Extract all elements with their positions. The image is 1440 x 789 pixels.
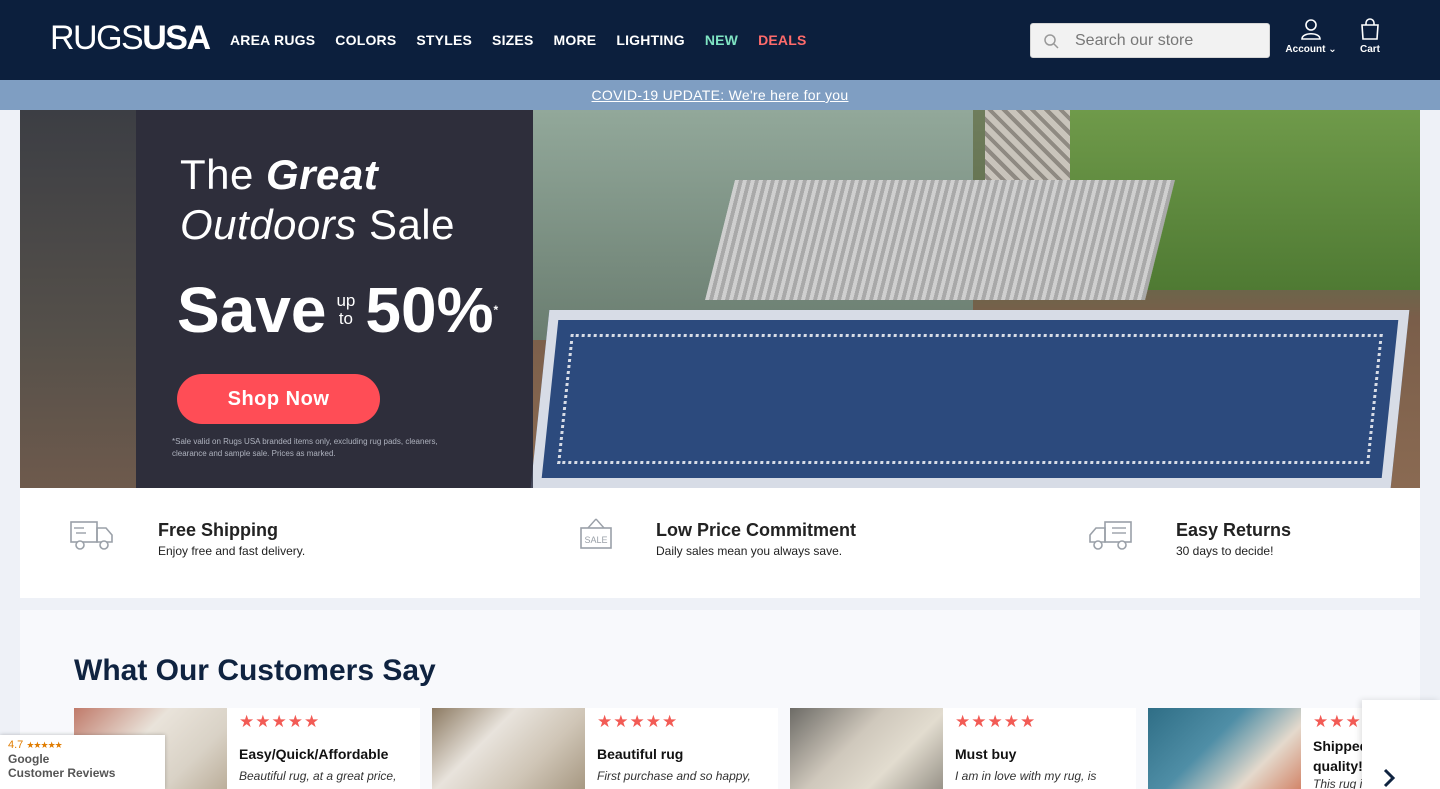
review-text: Beautiful rug, at a great price, <box>239 769 397 783</box>
hero-photo-rug <box>530 310 1410 488</box>
hero-word-great: Great <box>266 151 379 198</box>
feature-title: Easy Returns <box>1176 520 1292 540</box>
hero-banner[interactable]: The Great Outdoors Sale Save up to 50% * S… <box>20 110 1420 488</box>
cart-label: Cart <box>1359 44 1380 55</box>
feature-low-price: SALE Low Price Commitment Daily sales me… <box>578 518 856 560</box>
search-box <box>1030 23 1270 58</box>
review-title: Must buy <box>955 746 1017 762</box>
google-rating-stars: ★★★★★ <box>26 740 62 750</box>
nav-new[interactable]: NEW <box>705 31 738 49</box>
shop-now-button[interactable]: Shop Now <box>177 374 380 424</box>
rating-stars: ★★★★★ <box>239 712 321 731</box>
feature-desc: 30 days to decide! <box>1176 544 1274 558</box>
features-strip: Free Shipping Enjoy free and fast delive… <box>20 488 1420 598</box>
sale-tag-icon: SALE <box>580 518 612 549</box>
carousel-next-button[interactable] <box>1362 700 1440 789</box>
rating-stars: ★★★★★ <box>597 712 679 731</box>
reviews-section: What Our Customers Say ★★★★★ Easy/Quick/… <box>20 610 1420 789</box>
hero-word-the: The <box>180 151 254 198</box>
hero-up: up <box>336 291 356 310</box>
rating-stars: ★★★★★ <box>955 712 1037 731</box>
nav-deals[interactable]: DEALS <box>758 31 806 49</box>
nav-area-rugs[interactable]: AREA RUGS <box>230 31 315 49</box>
nav-lighting[interactable]: LIGHTING <box>616 31 684 49</box>
chevron-right-icon <box>1383 768 1396 788</box>
feature-title: Low Price Commitment <box>656 520 857 540</box>
account-label: Account <box>1285 44 1326 55</box>
review-text: First purchase and so happy, <box>597 769 751 783</box>
site-header: RUGSUSA AREA RUGS COLORS STYLES SIZES MO… <box>0 0 1440 80</box>
review-title: Beautiful rug <box>597 746 684 762</box>
search-icon[interactable] <box>1043 33 1059 49</box>
nav-colors[interactable]: COLORS <box>335 31 396 49</box>
covid-banner: COVID-19 UPDATE: We're here for you <box>0 80 1440 110</box>
chevron-down-icon: ⌄ <box>1328 44 1337 55</box>
hero-word-sale: Sale <box>368 201 455 248</box>
hero-word-outdoors: Outdoors <box>180 201 357 248</box>
feature-free-shipping: Free Shipping Enjoy free and fast delive… <box>70 518 305 560</box>
site-logo[interactable]: RUGSUSA <box>50 19 211 57</box>
review-card[interactable]: ★★★★★ Beautiful rug First purchase and s… <box>432 708 778 789</box>
hero-to: to <box>338 309 354 328</box>
hero-headline: The Great Outdoors Sale <box>180 150 455 250</box>
google-badge-label: Customer Reviews <box>8 766 116 780</box>
hero-save-line: Save up to 50% * <box>177 275 498 345</box>
hero-asterisk: * <box>493 303 499 317</box>
feature-easy-returns: Easy Returns 30 days to decide! <box>1088 518 1291 560</box>
user-icon <box>1301 19 1321 40</box>
truck-icon <box>70 521 113 550</box>
review-image <box>1148 708 1301 789</box>
hero-percent: 50% <box>365 274 494 346</box>
review-text: I am in love with my rug, is <box>955 769 1097 783</box>
feature-desc: Enjoy free and fast delivery. <box>158 544 306 558</box>
hero-photo-table <box>705 180 1175 300</box>
cart-button[interactable]: Cart <box>1352 18 1388 55</box>
reviews-heading: What Our Customers Say <box>74 654 436 687</box>
review-title: Easy/Quick/Affordable <box>239 746 389 762</box>
logo-part2: USA <box>142 19 211 57</box>
hero-fineprint: *Sale valid on Rugs USA branded items on… <box>172 437 438 458</box>
hero-up-to: up to <box>336 292 355 328</box>
nav-more[interactable]: MORE <box>554 31 597 49</box>
search-input[interactable] <box>1075 24 1265 57</box>
return-truck-icon <box>1089 521 1132 550</box>
nav-sizes[interactable]: SIZES <box>492 31 533 49</box>
hero-save: Save <box>177 274 327 346</box>
feature-title: Free Shipping <box>158 520 279 540</box>
svg-text:SALE: SALE <box>584 535 607 545</box>
review-card[interactable]: ★★★★★ Must buy I am in love with my rug,… <box>790 708 1136 789</box>
google-reviews-badge[interactable]: 4.7 ★★★★★ Google Customer Reviews <box>0 735 165 789</box>
shopping-bag-icon <box>1361 18 1379 40</box>
logo-part1: RUGS <box>50 19 144 57</box>
review-image <box>790 708 943 789</box>
review-image <box>432 708 585 789</box>
feature-desc: Daily sales mean you always save. <box>656 544 843 558</box>
hero-photo-wall <box>20 110 136 488</box>
google-logo: Google <box>8 752 50 766</box>
account-button[interactable]: Account ⌄ <box>1284 18 1338 55</box>
nav-styles[interactable]: STYLES <box>416 31 472 49</box>
main-nav: AREA RUGS COLORS STYLES SIZES MORE LIGHT… <box>230 31 807 49</box>
covid-update-link[interactable]: COVID-19 UPDATE: We're here for you <box>592 87 849 103</box>
google-rating: 4.7 <box>8 739 24 751</box>
